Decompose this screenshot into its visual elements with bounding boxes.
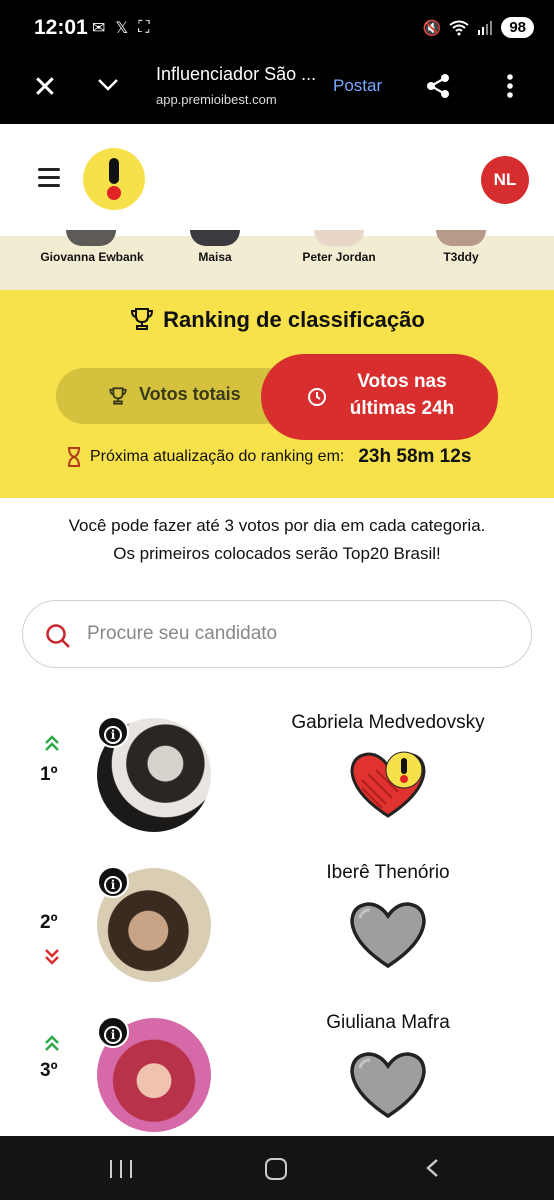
vote-heart-icon[interactable]: [348, 1050, 428, 1120]
ranking-title: Ranking de classificação: [0, 306, 554, 333]
ranking-update-row: Próxima atualização do ranking em: 23h 5…: [66, 446, 471, 468]
carousel-name[interactable]: T3ddy: [443, 250, 478, 264]
search-input[interactable]: [87, 617, 507, 651]
info-icon[interactable]: i: [97, 716, 129, 748]
brand-logo[interactable]: [83, 148, 145, 210]
trend-up-icon: [45, 1035, 59, 1051]
signal-icon: [478, 20, 493, 35]
status-time: 12:01: [34, 16, 88, 39]
status-left-icons: ✉ 𝕏 ⛶: [92, 18, 150, 38]
browser-toolbar: ✕ Influenciador São ... app.premioibest.…: [0, 58, 554, 124]
page-title: Influenciador São ...: [156, 64, 317, 84]
candidate-name: Giuliana Mafra: [326, 1012, 450, 1033]
candidate-name: Gabriela Medvedovsky: [291, 712, 485, 733]
back-icon[interactable]: [424, 1158, 440, 1178]
candidate-name: Iberê Thenório: [326, 862, 450, 883]
tab-24h-votes[interactable]: Votos nas últimas 24h: [261, 354, 498, 440]
trophy-icon: [131, 308, 154, 330]
share-icon[interactable]: [424, 72, 452, 100]
carousel-name[interactable]: Giovanna Ewbank: [40, 250, 143, 264]
user-avatar[interactable]: NL: [481, 156, 529, 204]
status-bar: 12:01 ✉ 𝕏 ⛶ 🔇 98: [0, 0, 554, 58]
vote-info-line2: Os primeiros colocados serão Top20 Brasi…: [113, 544, 441, 563]
candidate-row: 2º i Iberê Thenório: [0, 862, 554, 1018]
system-nav-bar: [0, 1136, 554, 1200]
carousel-avatar[interactable]: [190, 230, 240, 246]
candidate-rank: 3º: [40, 1060, 58, 1081]
post-button[interactable]: Postar: [333, 76, 382, 96]
trophy-icon: [109, 387, 127, 405]
vote-heart-voted-icon[interactable]: [348, 750, 428, 820]
menu-icon[interactable]: [38, 168, 60, 188]
vote-heart-icon[interactable]: [348, 900, 428, 970]
candidate-rank: 2º: [40, 912, 58, 933]
trend-down-icon: [45, 949, 59, 965]
status-right-icons: 🔇 98: [423, 17, 534, 38]
carousel-name[interactable]: Peter Jordan: [302, 250, 375, 264]
hourglass-icon: [68, 447, 80, 467]
recent-apps-icon[interactable]: [110, 1160, 132, 1178]
trend-up-icon: [45, 735, 59, 751]
update-label: Próxima atualização do ranking em:: [90, 448, 345, 465]
search-box: [22, 600, 532, 668]
vote-info-line1: Você pode fazer até 3 votos por dia em c…: [68, 516, 486, 535]
site-header: NL: [0, 124, 554, 236]
carousel-avatar[interactable]: [436, 230, 486, 246]
vote-info: Você pode fazer até 3 votos por dia em c…: [0, 512, 554, 568]
page-url: app.premioibest.com: [156, 92, 277, 107]
update-countdown: 23h 58m 12s: [358, 446, 472, 467]
ranking-panel: Ranking de classificação Votos totais Vo…: [0, 290, 554, 498]
x-icon: 𝕏: [115, 20, 129, 37]
mute-icon: 🔇: [422, 19, 442, 37]
ranking-title-text: Ranking de classificação: [163, 307, 425, 332]
search-icon: [46, 624, 70, 648]
scan-icon: ⛶: [138, 19, 150, 36]
wifi-icon: [449, 20, 469, 35]
carousel-name[interactable]: Maisa: [198, 250, 231, 264]
home-icon[interactable]: [265, 1158, 287, 1180]
battery-indicator: 98: [501, 17, 534, 38]
info-icon[interactable]: i: [97, 1016, 129, 1048]
carousel-avatar[interactable]: [66, 230, 116, 246]
candidate-row: 1º i Gabriela Medvedovsky: [0, 712, 554, 868]
clock-icon: [308, 388, 326, 406]
close-icon[interactable]: ✕: [28, 70, 62, 105]
tab-total-votes-label: Votos totais: [139, 384, 241, 404]
notification-icon: ✉: [92, 20, 106, 37]
more-options-icon[interactable]: [500, 70, 520, 102]
tab-24h-votes-label: Votos nas últimas 24h: [349, 371, 455, 419]
nominee-carousel: Giovanna Ewbank Maisa Peter Jordan T3ddy: [0, 230, 554, 290]
candidate-rank: 1º: [40, 764, 58, 785]
info-icon[interactable]: i: [97, 866, 129, 898]
chevron-down-icon[interactable]: [96, 73, 120, 97]
carousel-avatar[interactable]: [314, 230, 364, 246]
